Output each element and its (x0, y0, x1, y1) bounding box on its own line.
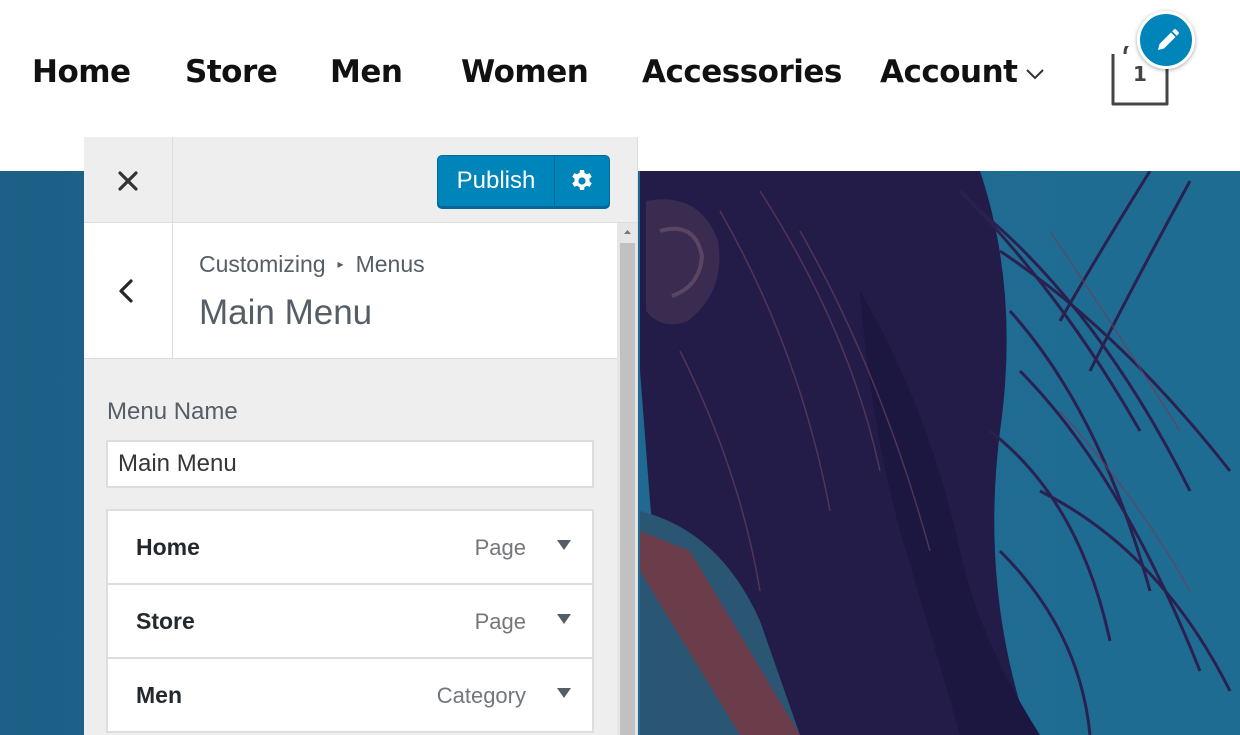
menu-name-input[interactable] (106, 440, 594, 488)
close-icon (118, 171, 138, 191)
menu-item-title: Home (136, 534, 200, 560)
customizer-content: Customizing ▸ Menus Main Menu Menu Name Ho… (84, 223, 637, 735)
menu-item[interactable]: Men Category (106, 657, 594, 733)
menu-item-type: Page (474, 535, 526, 560)
gear-icon (572, 170, 592, 190)
menu-item[interactable]: Home Page (106, 509, 594, 585)
triangle-down-icon[interactable] (556, 539, 572, 551)
menu-item-title: Store (136, 608, 195, 634)
menu-item-type: Page (474, 609, 526, 634)
chevron-down-icon[interactable] (1024, 66, 1046, 82)
customizer-panel: Publish Customizing ▸ Menus Main Menu Menu… (84, 137, 638, 735)
nav-item-home[interactable]: Home (32, 50, 131, 94)
triangle-down-icon[interactable] (556, 687, 572, 699)
menu-item[interactable]: Store Page (106, 583, 594, 659)
close-customizer-button[interactable] (84, 137, 173, 222)
nav-item-accessories[interactable]: Accessories (642, 50, 842, 94)
breadcrumb-separator-icon: ▸ (337, 257, 344, 271)
nav-item-store[interactable]: Store (185, 50, 278, 94)
menu-items-list: Home Page Store Page Men Category (106, 509, 594, 733)
back-button[interactable] (84, 223, 173, 358)
publish-button-group: Publish (437, 155, 610, 207)
menu-item-type: Category (436, 683, 526, 708)
scroll-up-arrow-icon[interactable] (617, 223, 638, 241)
panel-scrollbar[interactable] (617, 223, 638, 735)
nav-item-women[interactable]: Women (461, 50, 589, 94)
nav-item-men[interactable]: Men (330, 50, 403, 94)
edit-shortcut-button[interactable] (1137, 11, 1195, 69)
pencil-icon (1158, 29, 1179, 50)
breadcrumb-root: Customizing (199, 251, 326, 277)
section-header: Customizing ▸ Menus Main Menu (84, 223, 617, 359)
scrollbar-thumb[interactable] (620, 243, 635, 735)
menu-name-label: Menu Name (107, 398, 238, 425)
menu-item-title: Men (136, 682, 182, 708)
chevron-left-icon (119, 279, 133, 303)
publish-button[interactable]: Publish (438, 156, 555, 206)
customizer-header: Publish (84, 137, 637, 223)
nav-item-account[interactable]: Account (880, 50, 1018, 94)
panel-title: Main Menu (199, 293, 373, 332)
publish-settings-button[interactable] (555, 156, 610, 206)
breadcrumb-section: Menus (355, 251, 425, 277)
triangle-down-icon[interactable] (556, 613, 572, 625)
breadcrumb: Customizing ▸ Menus (199, 251, 425, 278)
